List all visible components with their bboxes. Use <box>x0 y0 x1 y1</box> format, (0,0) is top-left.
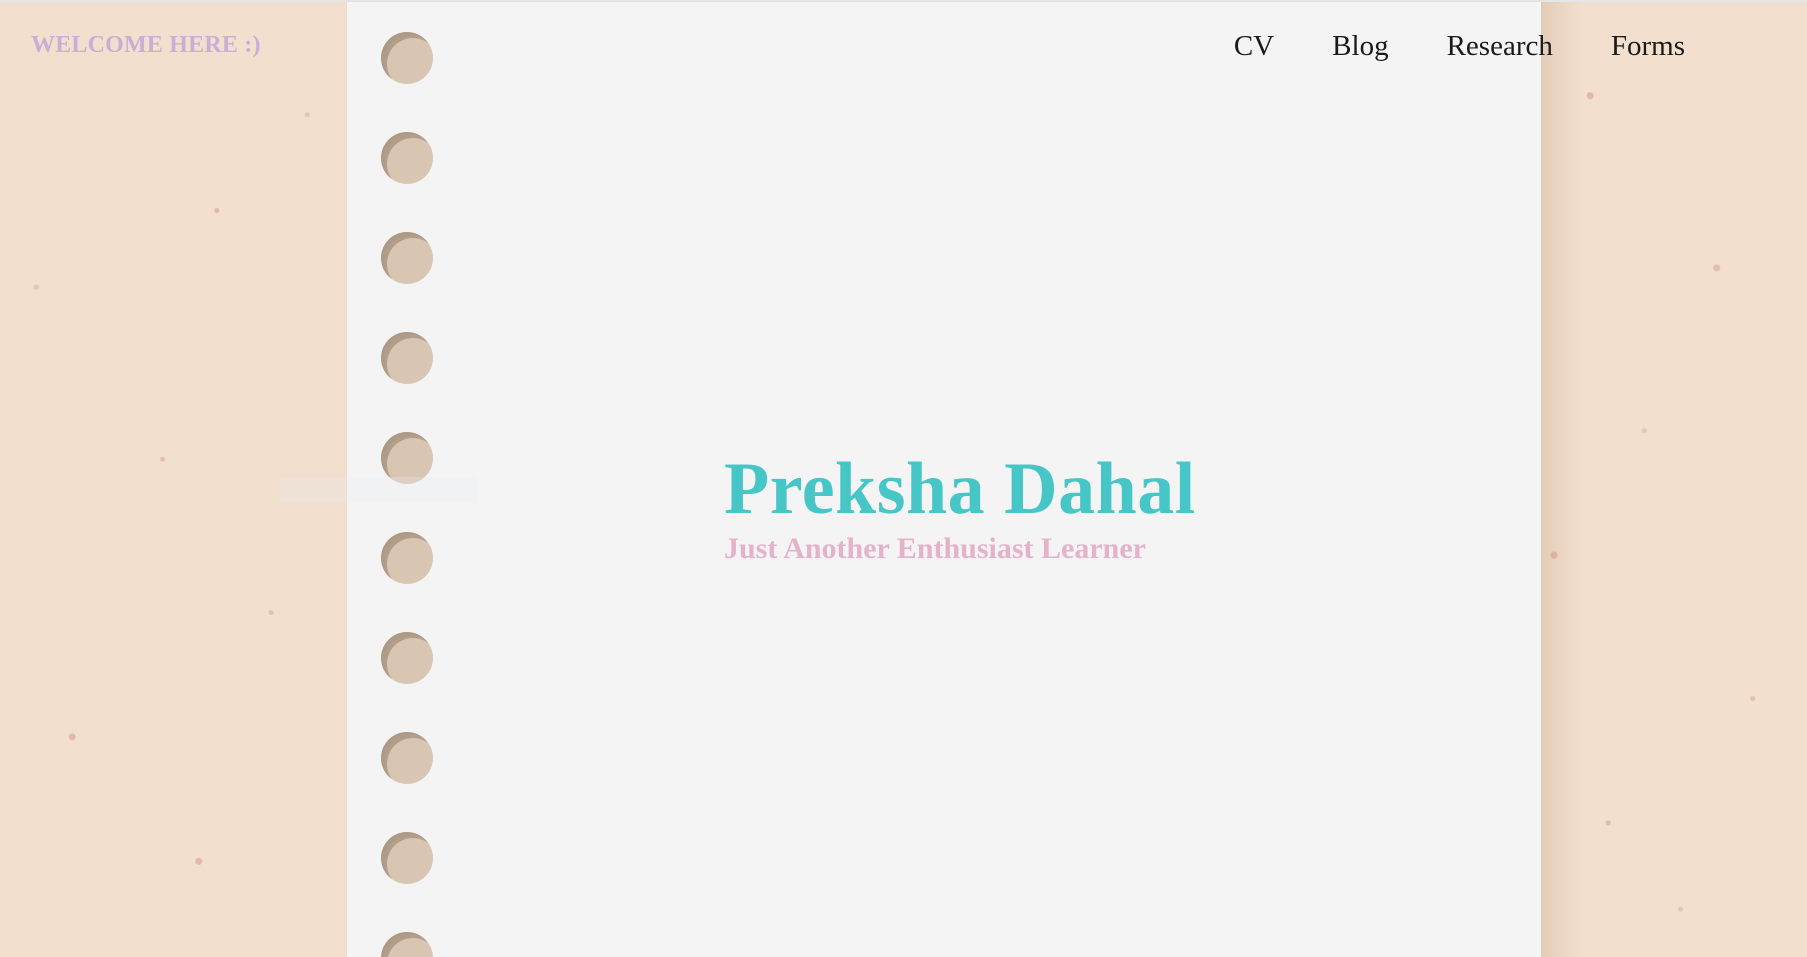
nav-link-cv[interactable]: CV <box>1234 30 1274 63</box>
hero-name: Preksha Dahal <box>724 448 1196 530</box>
binder-hole <box>381 232 433 284</box>
binder-hole <box>381 732 433 784</box>
binder-hole <box>381 32 433 84</box>
binder-hole <box>381 632 433 684</box>
main-nav: CV Blog Research Forms <box>1176 30 1685 63</box>
binder-hole <box>381 132 433 184</box>
binder-hole <box>381 932 433 957</box>
hero: Preksha Dahal Just Another Enthusiast Le… <box>724 452 1196 564</box>
faint-overlay <box>280 477 478 503</box>
nav-link-research[interactable]: Research <box>1447 30 1553 63</box>
page: WELCOME HERE :) CV Blog Research Forms P… <box>0 0 1807 957</box>
nav-link-forms[interactable]: Forms <box>1611 30 1685 63</box>
welcome-text: WELCOME HERE :) <box>31 32 261 58</box>
hero-tagline: Just Another Enthusiast Learner <box>724 532 1146 565</box>
binder-hole <box>381 832 433 884</box>
binder-hole <box>381 332 433 384</box>
right-shadow <box>1541 0 1807 957</box>
binder-hole <box>381 532 433 584</box>
nav-link-blog[interactable]: Blog <box>1332 30 1388 63</box>
